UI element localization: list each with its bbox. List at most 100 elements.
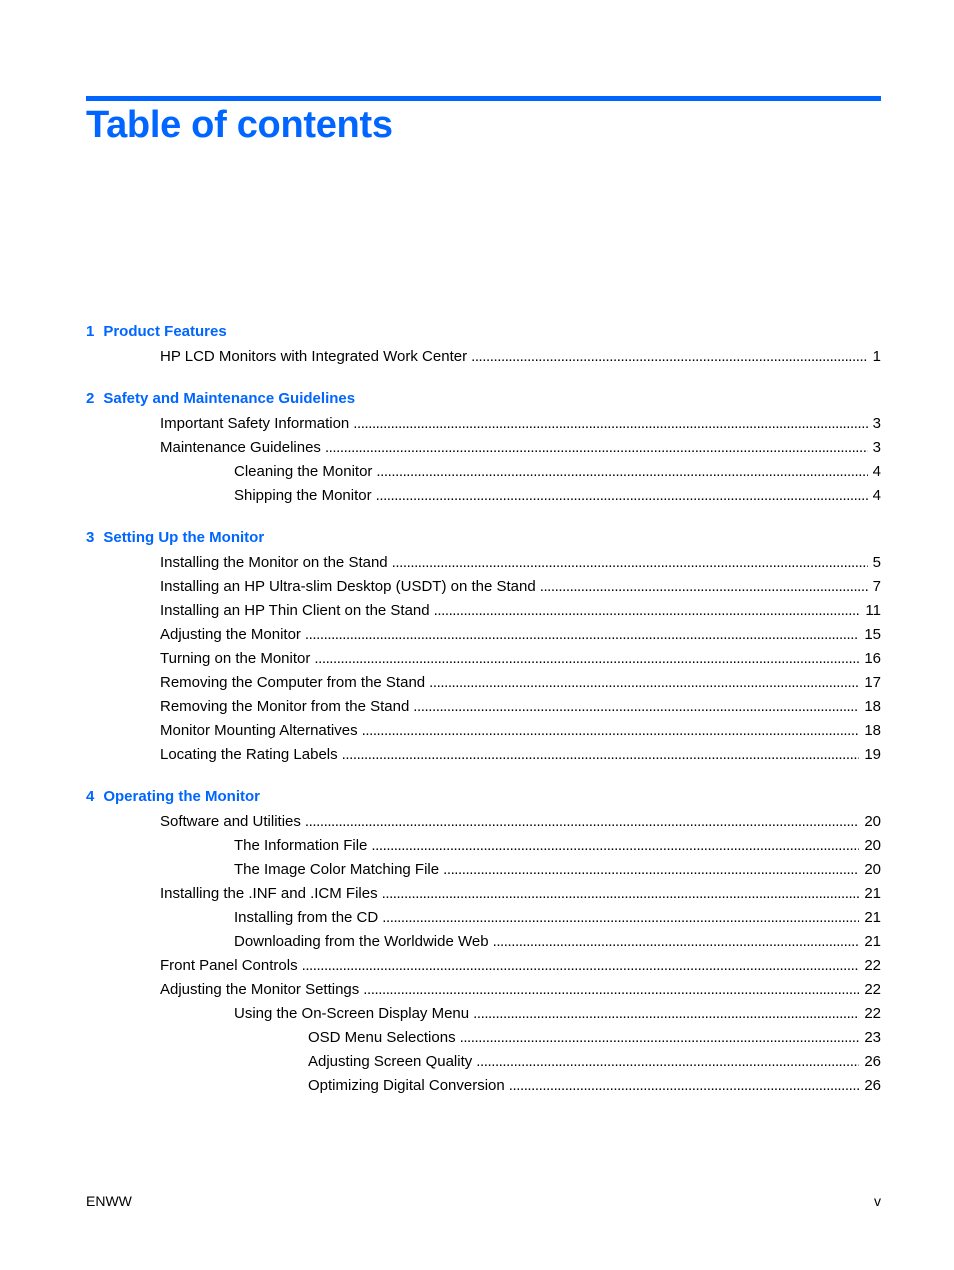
toc-entry-label: Maintenance Guidelines [160, 439, 321, 456]
dot-leader [473, 1002, 859, 1026]
table-of-contents: 1 Product Features HP LCD Monitors with In… [86, 320, 881, 1116]
toc-entry-link[interactable]: Front Panel Controls 22 [86, 954, 881, 978]
toc-entry-link[interactable]: Important Safety Information 3 [86, 412, 881, 436]
dot-leader [382, 882, 860, 906]
toc-entry-label: Downloading from the Worldwide Web [234, 933, 489, 950]
dot-leader [476, 1050, 859, 1074]
toc-entry-page-number: 5 [872, 554, 881, 571]
dot-leader [342, 743, 860, 767]
toc-entry-link[interactable]: Cleaning the Monitor 4 [86, 460, 881, 484]
toc-entry-label: The Image Color Matching File [234, 861, 440, 878]
toc-entry-link[interactable]: Adjusting the Monitor Settings 22 [86, 978, 881, 1002]
toc-entry-page-number: 18 [864, 698, 881, 715]
dot-leader [471, 345, 868, 369]
chapter-heading-link[interactable]: 3 Setting Up the Monitor [86, 526, 881, 550]
dot-leader [371, 834, 859, 858]
dot-leader [376, 484, 868, 508]
toc-entry-link[interactable]: Removing the Monitor from the Stand 18 [86, 695, 881, 719]
chapter-heading-link[interactable]: 1 Product Features [86, 320, 881, 344]
toc-entry-page-number: 22 [864, 957, 881, 974]
toc-entry-label: Software and Utilities [160, 813, 301, 830]
toc-entry-label: Monitor Mounting Alternatives [160, 722, 358, 739]
toc-entry-label: Adjusting Screen Quality [308, 1053, 473, 1070]
dot-leader [305, 623, 859, 647]
toc-entry-label: Using the On-Screen Display Menu [234, 1005, 470, 1022]
toc-entry-label: Optimizing Digital Conversion [308, 1077, 505, 1094]
chapter-title: Operating the Monitor [103, 788, 261, 805]
toc-entry-page-number: 20 [864, 837, 881, 854]
toc-entry-link[interactable]: Installing an HP Ultra-slim Desktop (USD… [86, 575, 881, 599]
toc-entry-link[interactable]: HP LCD Monitors with Integrated Work Cen… [86, 345, 881, 369]
toc-entry-label: HP LCD Monitors with Integrated Work Cen… [160, 348, 468, 365]
dot-leader [314, 647, 859, 671]
toc-entry-link[interactable]: Installing an HP Thin Client on the Stan… [86, 599, 881, 623]
toc-entry-page-number: 22 [864, 981, 881, 998]
dot-leader [382, 906, 859, 930]
chapter-number: 3 [86, 529, 95, 546]
toc-entry-label: Installing an HP Ultra-slim Desktop (USD… [160, 578, 536, 595]
dot-leader [509, 1074, 860, 1098]
toc-entry-page-number: 15 [864, 626, 881, 643]
dot-leader [353, 412, 867, 436]
dot-leader [443, 858, 859, 882]
dot-leader [376, 460, 867, 484]
dot-leader [429, 671, 859, 695]
chapter-heading-link[interactable]: 2 Safety and Maintenance Guidelines [86, 387, 881, 411]
chapter-heading-link[interactable]: 4 Operating the Monitor [86, 785, 881, 809]
toc-entry-link[interactable]: The Information File 20 [86, 834, 881, 858]
toc-entry-link[interactable]: Installing from the CD 21 [86, 906, 881, 930]
dot-leader [362, 719, 860, 743]
toc-entry-page-number: 22 [864, 1005, 881, 1022]
toc-entry-link[interactable]: Turning on the Monitor 16 [86, 647, 881, 671]
toc-entry-label: Installing from the CD [234, 909, 379, 926]
dot-leader [460, 1026, 860, 1050]
chapter-title: Safety and Maintenance Guidelines [103, 390, 356, 407]
toc-entry-link[interactable]: Locating the Rating Labels 19 [86, 743, 881, 767]
toc-entry-page-number: 7 [872, 578, 881, 595]
dot-leader [392, 551, 868, 575]
toc-entry-page-number: 3 [872, 439, 881, 456]
toc-entry-link[interactable]: The Image Color Matching File 20 [86, 858, 881, 882]
toc-entry-link[interactable]: Removing the Computer from the Stand 17 [86, 671, 881, 695]
toc-entry-page-number: 21 [864, 933, 881, 950]
toc-entry-label: Adjusting the Monitor [160, 626, 301, 643]
toc-entry-link[interactable]: OSD Menu Selections 23 [86, 1026, 881, 1050]
chapter-block: 3 Setting Up the Monitor Installing the Mo… [86, 526, 881, 767]
toc-entry-link[interactable]: Adjusting the Monitor 15 [86, 623, 881, 647]
dot-leader [413, 695, 859, 719]
toc-entry-link[interactable]: Downloading from the Worldwide Web 21 [86, 930, 881, 954]
dot-leader [434, 599, 861, 623]
toc-entry-link[interactable]: Shipping the Monitor 4 [86, 484, 881, 508]
toc-entry-page-number: 4 [872, 463, 881, 480]
dot-leader [363, 978, 859, 1002]
toc-entry-link[interactable]: Installing the Monitor on the Stand 5 [86, 551, 881, 575]
chapter-title: Setting Up the Monitor [103, 529, 265, 546]
toc-entry-label: Important Safety Information [160, 415, 350, 432]
toc-entry-link[interactable]: Software and Utilities 20 [86, 810, 881, 834]
toc-entry-page-number: 18 [864, 722, 881, 739]
chapter-number: 4 [86, 788, 95, 805]
toc-entry-link[interactable]: Adjusting Screen Quality 26 [86, 1050, 881, 1074]
toc-entry-link[interactable]: Installing the .INF and .ICM Files 21 [86, 882, 881, 906]
toc-entry-link[interactable]: Maintenance Guidelines 3 [86, 436, 881, 460]
toc-entry-link[interactable]: Optimizing Digital Conversion 26 [86, 1074, 881, 1098]
toc-entry-page-number: 23 [864, 1029, 881, 1046]
toc-entry-label: Shipping the Monitor [234, 487, 372, 504]
toc-entry-label: Front Panel Controls [160, 957, 298, 974]
toc-entry-page-number: 3 [872, 415, 881, 432]
toc-entry-label: Installing an HP Thin Client on the Stan… [160, 602, 430, 619]
chapter-number: 2 [86, 390, 95, 407]
toc-entry-page-number: 20 [864, 813, 881, 830]
toc-entry-page-number: 19 [864, 746, 881, 763]
toc-entry-page-number: 11 [865, 602, 881, 619]
toc-entry-page-number: 17 [864, 674, 881, 691]
toc-entry-link[interactable]: Monitor Mounting Alternatives 18 [86, 719, 881, 743]
chapter-block: 1 Product Features HP LCD Monitors with In… [86, 320, 881, 369]
toc-entry-page-number: 21 [864, 885, 881, 902]
toc-entry-link[interactable]: Using the On-Screen Display Menu 22 [86, 1002, 881, 1026]
toc-entry-label: Adjusting the Monitor Settings [160, 981, 360, 998]
chapter-block: 4 Operating the Monitor Software and Utili… [86, 785, 881, 1098]
chapter-number: 1 [86, 323, 95, 340]
dot-leader [540, 575, 868, 599]
toc-entry-label: Turning on the Monitor [160, 650, 311, 667]
